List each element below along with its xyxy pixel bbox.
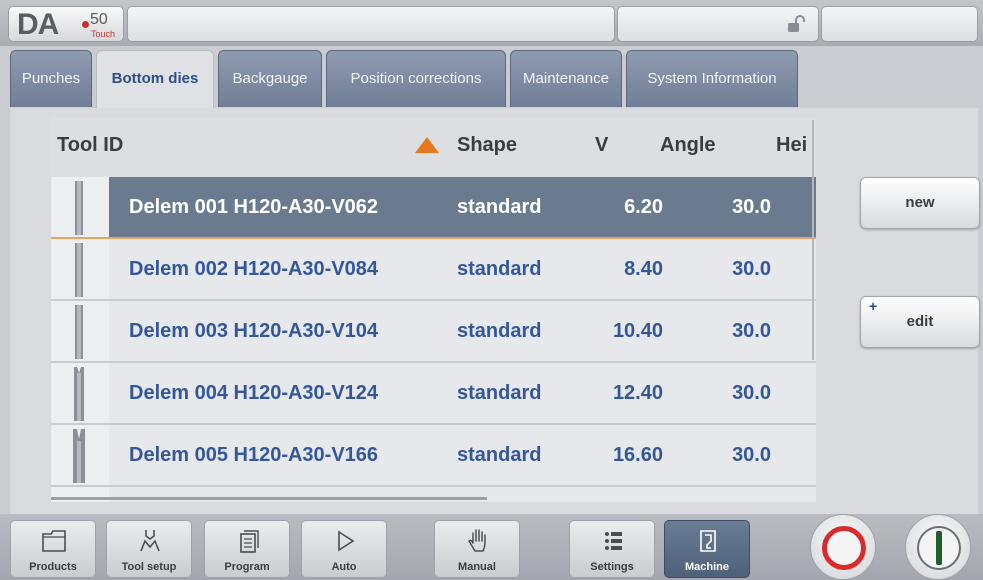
table-row[interactable]: Delem 002 H120-A30-V084 standard 8.40 30…	[51, 239, 816, 301]
start-button[interactable]	[905, 514, 971, 580]
plus-icon: +	[869, 298, 878, 314]
nav-label: Settings	[590, 561, 634, 573]
column-divider	[812, 120, 814, 360]
cell-tool-id: Delem 004 H120-A30-V124	[129, 382, 379, 404]
nav-settings[interactable]: Settings	[569, 520, 655, 578]
table-row[interactable]: Delem 003 H120-A30-V104 standard 10.40 3…	[51, 301, 816, 363]
tab-bottom-dies[interactable]: Bottom dies	[96, 50, 214, 110]
edit-button-label: edit	[906, 313, 934, 330]
table-row[interactable]: Delem 005 H120-A30-V166 standard 16.60 3…	[51, 425, 816, 487]
stop-icon	[822, 526, 866, 570]
table-row[interactable]: Delem 001 H120-A30-V062 standard 6.20 30…	[51, 177, 816, 239]
tab-position-corrections[interactable]: Position corrections	[326, 50, 506, 107]
column-header-v[interactable]: V	[595, 134, 608, 157]
nav-auto[interactable]: Auto	[301, 520, 387, 578]
column-header-angle[interactable]: Angle	[660, 134, 716, 157]
play-icon	[338, 530, 355, 552]
nav-label: Program	[224, 561, 270, 573]
unlock-icon[interactable]	[786, 14, 806, 34]
tab-punches[interactable]: Punches	[10, 50, 92, 107]
cell-angle: 30.0	[732, 444, 771, 466]
nav-program[interactable]: Program	[204, 520, 290, 578]
column-header-height[interactable]: Hei	[776, 134, 807, 157]
stop-button[interactable]	[810, 514, 876, 580]
tool-setup-icon	[140, 530, 160, 552]
edit-button[interactable]: + edit	[860, 296, 980, 348]
new-button-label: new	[905, 194, 935, 211]
nav-tool-setup[interactable]: Tool setup	[106, 520, 192, 578]
tab-system-information[interactable]: System Information	[626, 50, 798, 107]
cell-angle: 30.0	[732, 382, 771, 404]
cell-shape: standard	[457, 320, 542, 342]
cell-tool-id: Delem 005 H120-A30-V166	[129, 444, 379, 466]
nav-products[interactable]: Products	[10, 520, 96, 578]
cell-shape: standard	[457, 258, 542, 280]
top-bar: DA 50 Touch	[0, 0, 983, 46]
die-thumbnail	[51, 239, 109, 299]
program-icon	[240, 530, 259, 553]
logo-text: DA	[17, 8, 59, 41]
status-field-right	[821, 6, 978, 42]
cell-v: 10.40	[612, 320, 663, 342]
cell-v: 6.20	[624, 196, 663, 218]
logo-sub: Touch	[91, 29, 116, 39]
settings-list-icon	[605, 532, 622, 550]
column-header-shape[interactable]: Shape	[457, 134, 517, 157]
horizontal-scrollbar[interactable]	[51, 497, 487, 500]
nav-label: Auto	[331, 561, 357, 573]
table-header: Tool ID Shape V Angle Hei	[51, 117, 816, 177]
cell-tool-id: Delem 001 H120-A30-V062	[129, 196, 379, 218]
die-thumbnail	[51, 363, 109, 423]
logo-dot	[82, 21, 89, 28]
machine-icon	[700, 530, 716, 552]
nav-label: Products	[29, 561, 77, 573]
da50-logo: DA 50 Touch	[8, 6, 124, 42]
die-thumbnail	[51, 301, 109, 361]
cell-v: 8.40	[624, 258, 663, 280]
column-header-tool-id[interactable]: Tool ID	[57, 134, 123, 157]
nav-machine[interactable]: Machine	[664, 520, 750, 578]
cell-angle: 30.0	[732, 258, 771, 280]
cell-shape: standard	[457, 444, 542, 466]
cell-v: 16.60	[612, 444, 663, 466]
tab-maintenance[interactable]: Maintenance	[510, 50, 622, 107]
cell-shape: standard	[457, 196, 542, 218]
cell-shape: standard	[457, 382, 542, 404]
tab-backgauge[interactable]: Backgauge	[218, 50, 322, 107]
cell-angle: 30.0	[732, 320, 771, 342]
nav-label: Manual	[458, 561, 496, 573]
cell-tool-id: Delem 003 H120-A30-V104	[129, 320, 379, 342]
cell-tool-id: Delem 002 H120-A30-V084	[129, 258, 379, 280]
die-thumbnail	[51, 425, 109, 485]
message-field	[127, 6, 615, 42]
nav-label: Machine	[684, 561, 729, 573]
bottom-dies-table: Tool ID Shape V Angle Hei Delem 001 H120…	[51, 117, 816, 502]
die-thumbnail	[51, 177, 109, 237]
table-row[interactable]: Delem 004 H120-A30-V124 standard 12.40 3…	[51, 363, 816, 425]
new-button[interactable]: new	[860, 177, 980, 229]
nav-label: Tool setup	[121, 561, 177, 573]
hand-icon	[468, 529, 486, 552]
folder-icon	[42, 530, 66, 552]
cell-v: 12.40	[612, 382, 663, 404]
logo-model: 50	[90, 11, 108, 28]
cell-angle: 30.0	[732, 196, 771, 218]
sort-ascending-icon	[415, 137, 439, 153]
nav-manual[interactable]: Manual	[434, 520, 520, 578]
